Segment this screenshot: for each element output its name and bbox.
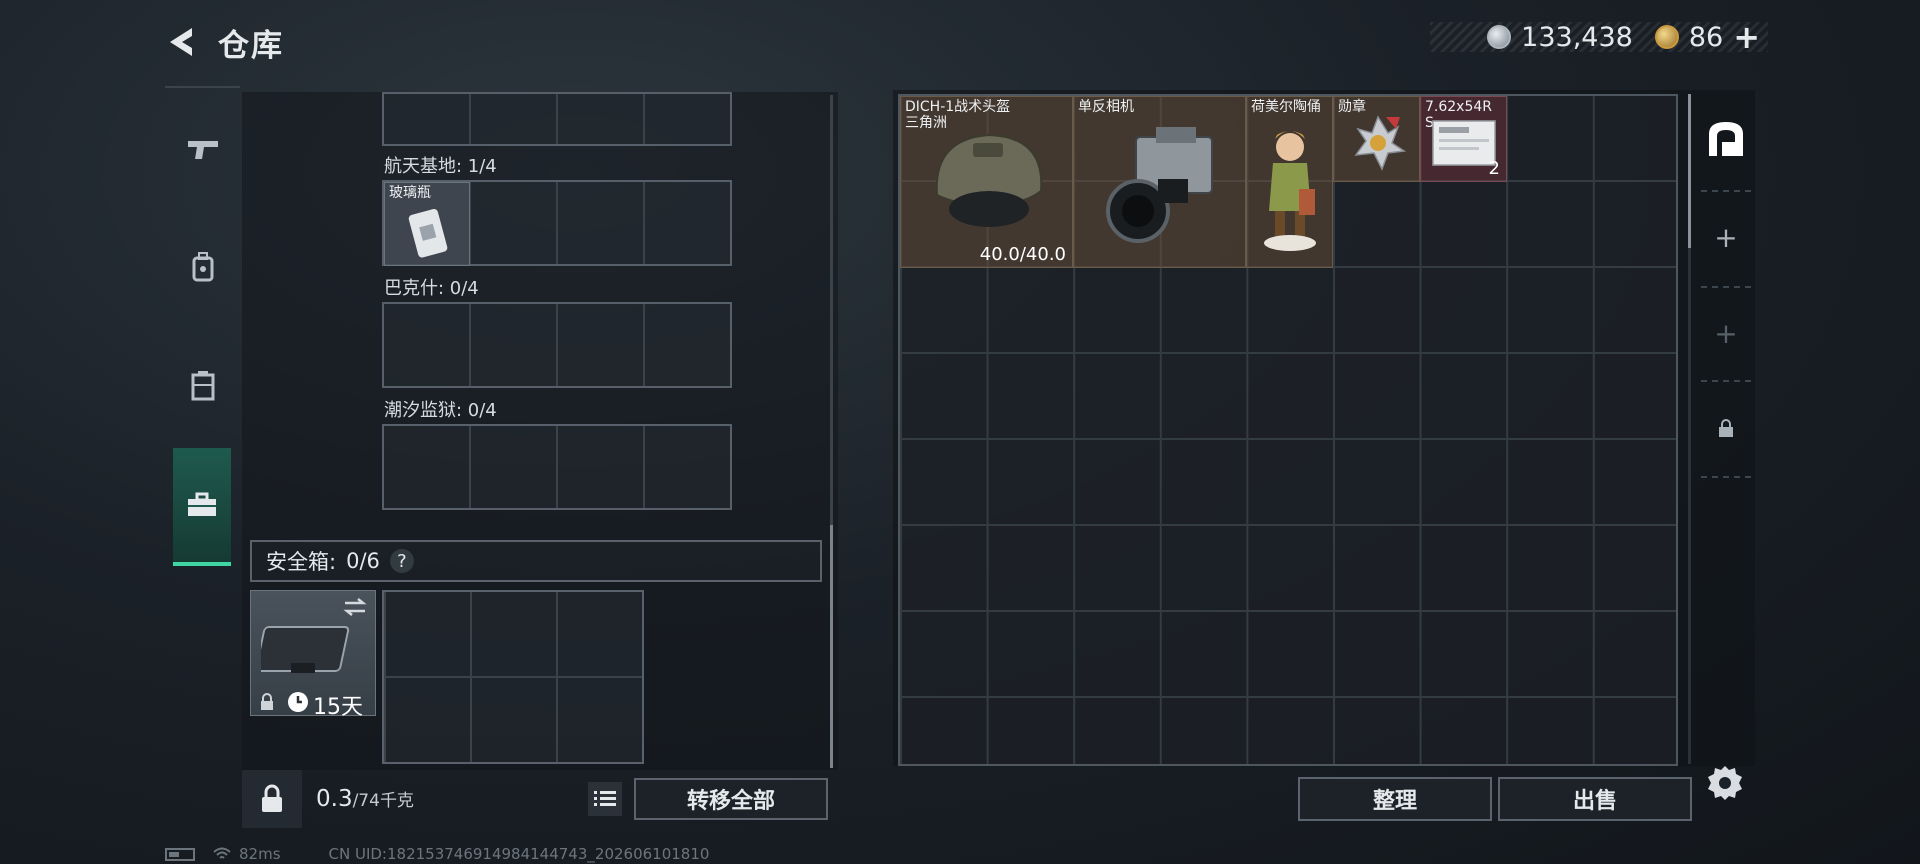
weight-max: /74千克 (352, 791, 414, 811)
currency-bar: 133,438 86 + (1430, 21, 1768, 53)
map-slot-grid-bakhsh[interactable] (382, 302, 732, 388)
safe-box-header: 安全箱: 0/6 ? (250, 540, 822, 582)
wifi-icon (213, 847, 231, 859)
nav-equipment[interactable] (165, 208, 240, 326)
silver-amount: 133,438 (1521, 21, 1633, 53)
item-durability: 40.0/40.0 (979, 244, 1066, 265)
left-scrollbar-thumb[interactable] (830, 525, 833, 768)
medal-icon (1354, 115, 1407, 171)
add-gold-button[interactable]: + (1733, 21, 1760, 53)
map-slot-grid-aerospace[interactable]: 玻璃瓶 (382, 180, 732, 266)
safe-case-icon (261, 626, 350, 673)
lock-icon (1719, 418, 1733, 437)
ammo-box-icon (1432, 120, 1496, 166)
item-name: 玻璃瓶 (389, 185, 431, 201)
warehouse-tab-main[interactable] (1697, 90, 1755, 185)
glass-bottle-icon (408, 209, 448, 258)
warehouse-grid[interactable]: DICH-1战术头盔 三角洲 40.0/40.0 单反相机 荷美尔陶俑 勋章 7… (898, 94, 1678, 766)
safe-box-grid[interactable] (382, 590, 644, 764)
sort-button[interactable]: 整理 (1298, 777, 1492, 821)
settings-button[interactable] (1706, 764, 1746, 804)
map-label-bakhsh: 巴克什: 0/4 (384, 278, 479, 299)
item-glass-bottle[interactable]: 玻璃瓶 (384, 182, 470, 266)
plus-icon: + (1714, 317, 1738, 350)
safe-box-help-button[interactable]: ? (389, 549, 414, 573)
item-name: 单反相机 (1078, 99, 1134, 115)
safe-case-item[interactable]: 15天 (250, 590, 376, 720)
warehouse-page-nav: + + (1697, 90, 1755, 480)
helmet-icon (935, 133, 1043, 227)
transfer-all-button[interactable]: 转移全部 (634, 778, 828, 820)
warehouse-icon (1709, 121, 1743, 156)
safe-duration: 15天 (313, 695, 363, 720)
map-label-tidal-prison: 潮汐监狱: 0/4 (384, 400, 497, 421)
item-hummel-figurine[interactable]: 荷美尔陶俑 (1246, 96, 1333, 268)
container-icon (191, 371, 214, 401)
nav-container[interactable] (165, 326, 240, 444)
list-view-button[interactable] (588, 782, 622, 816)
page-title: 仓库 (218, 28, 284, 64)
warehouse-tab-locked[interactable] (1697, 380, 1755, 475)
silver-coin-icon (1487, 25, 1512, 49)
backpack-icon (192, 252, 213, 282)
clock-icon (288, 692, 308, 712)
weight-lock-icon (262, 784, 282, 812)
list-icon (594, 791, 616, 806)
nav-briefcase[interactable] (173, 448, 231, 566)
back-button[interactable] (162, 22, 202, 62)
figurine-icon (1264, 131, 1316, 251)
back-arrow-icon (170, 28, 192, 56)
gold-amount: 86 (1688, 21, 1724, 53)
nav-firearms[interactable] (165, 90, 240, 208)
gold-coin-icon (1654, 25, 1679, 49)
item-ammo-box[interactable]: 7.62x54R S 2 (1420, 96, 1507, 182)
item-count: 2 (1488, 158, 1500, 179)
uid: CN UID:182153746914984144743_20260610181… (328, 845, 710, 863)
weight-lock-button[interactable] (242, 770, 302, 828)
item-dslr-camera[interactable]: 单反相机 (1073, 96, 1246, 268)
plus-icon: + (1714, 221, 1738, 254)
gear-icon (1708, 766, 1742, 800)
left-category-nav (165, 86, 240, 570)
map-slot-grid-tidal-prison[interactable] (382, 424, 732, 510)
map-label-aerospace: 航天基地: 1/4 (384, 156, 497, 177)
warehouse-tab-add-1[interactable]: + (1697, 190, 1755, 285)
weight-current: 0.3 (316, 786, 353, 812)
item-medal[interactable]: 勋章 (1333, 96, 1420, 182)
sell-button[interactable]: 出售 (1498, 777, 1692, 821)
status-bar: 82ms CN UID:182153746914984144743_202606… (165, 844, 1065, 864)
lock-icon (261, 693, 273, 710)
warehouse-scrollbar-thumb[interactable] (1688, 94, 1691, 248)
camera-icon (1106, 127, 1213, 243)
battery-icon (165, 847, 195, 861)
safe-box-count: 0/6 (346, 549, 380, 573)
gun-icon (187, 141, 218, 159)
safe-box-label: 安全箱: (266, 550, 337, 574)
ping: 82ms (239, 845, 281, 863)
item-name: 荷美尔陶俑 (1251, 99, 1321, 115)
swap-icon (343, 598, 367, 616)
warehouse-tab-add-2[interactable]: + (1697, 286, 1755, 381)
briefcase-icon (188, 492, 216, 516)
map-slot-grid-top[interactable] (382, 92, 732, 146)
item-tactical-helmet[interactable]: DICH-1战术头盔 三角洲 40.0/40.0 (900, 96, 1073, 268)
weight-display: 0.3/74千克 (316, 786, 414, 812)
